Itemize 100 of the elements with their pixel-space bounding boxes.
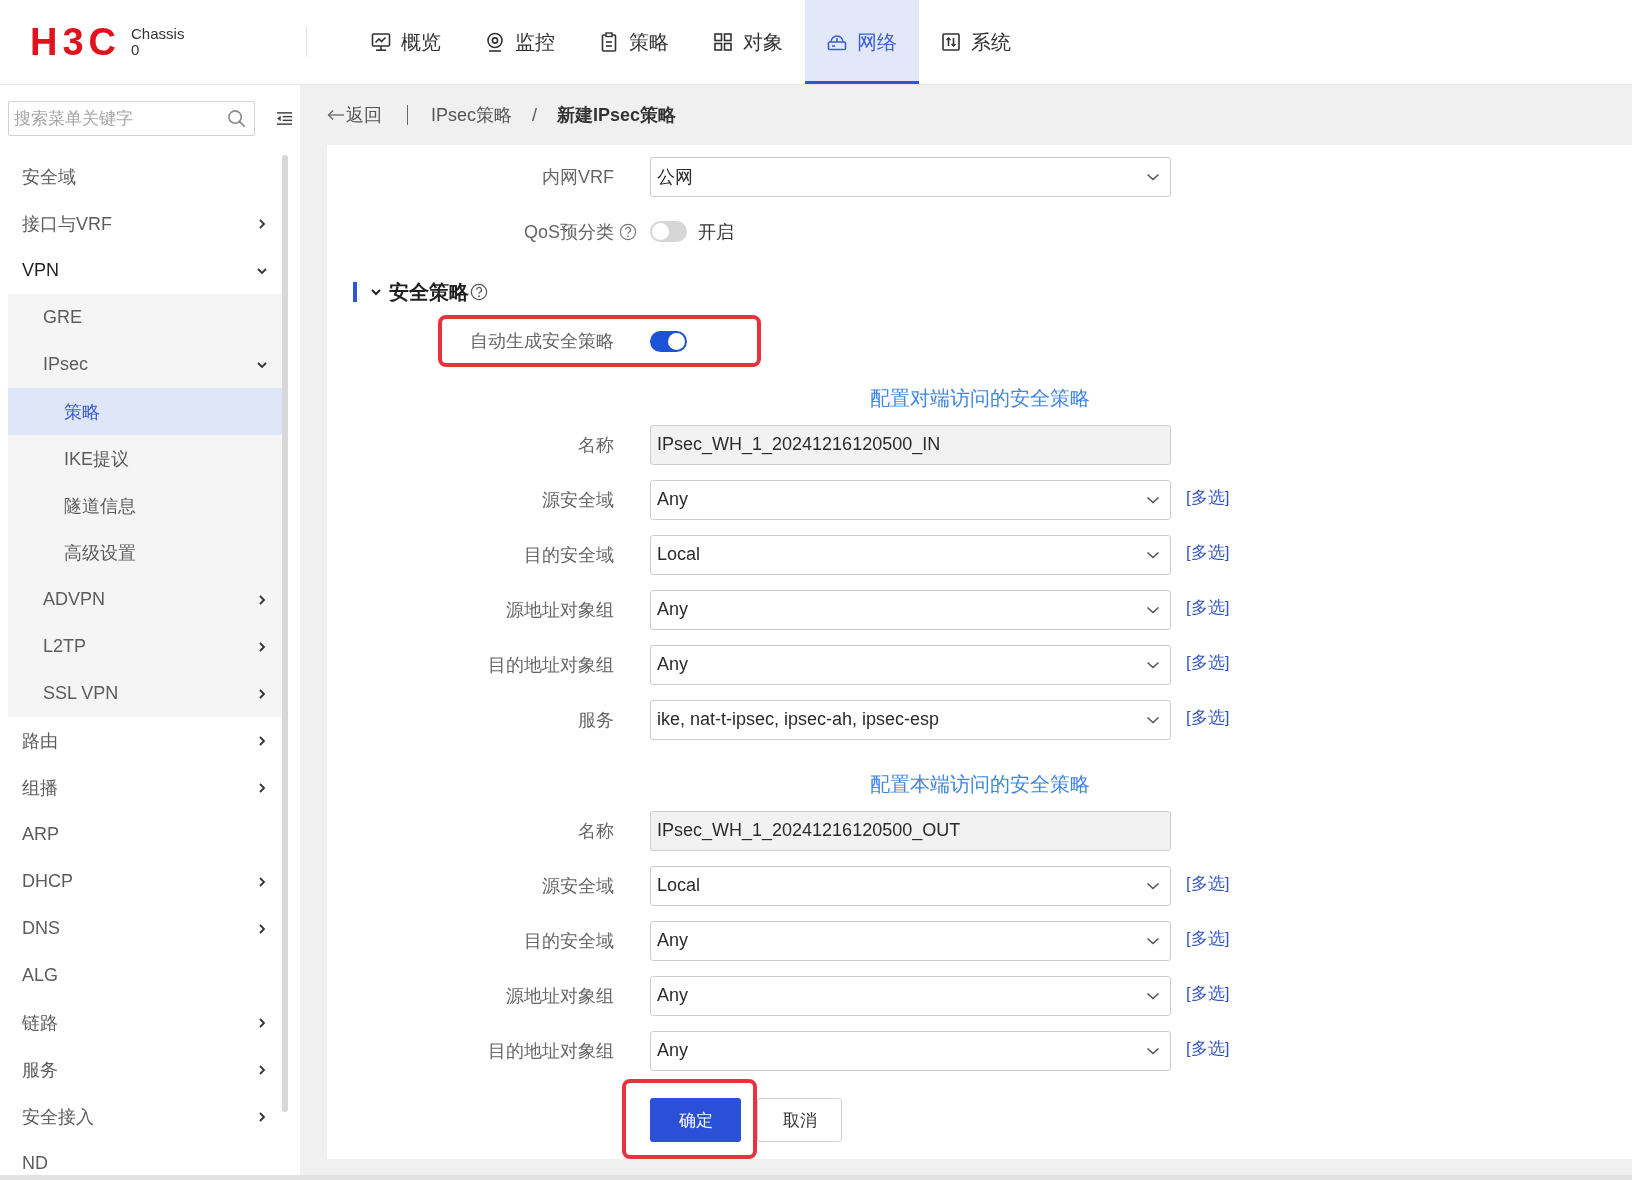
- nav-tab[interactable]: 策略: [577, 0, 691, 84]
- text-field[interactable]: IPsec_WH_1_20241216120500_OUT: [650, 810, 1171, 851]
- menu-item[interactable]: 安全接入: [8, 1093, 282, 1140]
- field-label: 目的地址对象组: [487, 1039, 614, 1063]
- sidebar-scrollbar[interactable]: [282, 155, 288, 1112]
- field-label: 源地址对象组: [505, 984, 614, 1008]
- webcam-icon: [485, 32, 505, 52]
- nav-tab[interactable]: 对象: [691, 0, 805, 84]
- field-label: 源安全域: [541, 488, 614, 512]
- field-label: 名称: [577, 819, 614, 843]
- chevron-down-icon: [1146, 171, 1160, 182]
- menu-item[interactable]: 路由: [8, 717, 282, 764]
- select-field[interactable]: Any: [650, 920, 1171, 961]
- nav-tab[interactable]: 概览: [349, 0, 463, 84]
- menu-item[interactable]: 高级设置: [8, 529, 282, 576]
- confirm-button[interactable]: 确定: [650, 1098, 741, 1142]
- field-label: QoS预分类: [522, 220, 614, 244]
- search-field[interactable]: 搜索菜单关键字: [8, 101, 255, 136]
- breadcrumb-item[interactable]: IPsec策略: [431, 103, 513, 127]
- select-field[interactable]: Any: [650, 589, 1171, 630]
- multi-select-link[interactable]: [多选]: [1186, 596, 1230, 619]
- search-icon[interactable]: [227, 109, 246, 128]
- multi-select-link[interactable]: [多选]: [1186, 982, 1230, 1005]
- select-field[interactable]: Local: [650, 865, 1171, 906]
- menu-item[interactable]: ADVPN: [8, 576, 282, 623]
- multi-select-link[interactable]: [多选]: [1186, 1037, 1230, 1060]
- menu-item[interactable]: 链路: [8, 999, 282, 1046]
- select-field[interactable]: Any: [650, 1030, 1171, 1071]
- menu-item[interactable]: VPN: [8, 247, 282, 294]
- menu-item[interactable]: ALG: [8, 952, 282, 999]
- menu-item[interactable]: IKE提议: [8, 435, 282, 482]
- chevron-down-icon[interactable]: [370, 286, 382, 298]
- multi-select-link[interactable]: [多选]: [1186, 872, 1230, 895]
- multi-select-link[interactable]: [多选]: [1186, 651, 1230, 674]
- field-label: 名称: [577, 433, 614, 457]
- field-label: 服务: [577, 708, 614, 732]
- select-field[interactable]: ike, nat-t-ipsec, ipsec-ah, ipsec-esp: [650, 699, 1171, 740]
- field-label: 目的地址对象组: [487, 653, 614, 677]
- router-icon: [827, 32, 847, 52]
- nav-tab[interactable]: 网络: [805, 0, 919, 84]
- multi-select-link[interactable]: [多选]: [1186, 486, 1230, 509]
- breadcrumb-separator: /: [532, 104, 538, 126]
- field-label: 源安全域: [541, 874, 614, 898]
- device-label: Chassis: [131, 26, 185, 42]
- menu-item[interactable]: 安全域: [8, 153, 282, 200]
- menu-item[interactable]: L2TP: [8, 623, 282, 670]
- grid-icon: [713, 32, 733, 52]
- field-label: 源地址对象组: [505, 598, 614, 622]
- menu-item[interactable]: SSL VPN: [8, 670, 282, 717]
- menu-item[interactable]: GRE: [8, 294, 282, 341]
- select-field[interactable]: Any: [650, 975, 1171, 1016]
- multi-select-link[interactable]: [多选]: [1186, 706, 1230, 729]
- brand-logo: H3C: [30, 23, 122, 61]
- multi-select-link[interactable]: [多选]: [1186, 541, 1230, 564]
- chevron-down-icon: [1146, 935, 1160, 946]
- cancel-button[interactable]: 取消: [757, 1098, 842, 1142]
- text-field[interactable]: IPsec_WH_1_20241216120500_IN: [650, 424, 1171, 465]
- help-icon[interactable]: [470, 283, 488, 301]
- select-field[interactable]: Local: [650, 534, 1171, 575]
- help-icon[interactable]: [619, 222, 637, 241]
- monitor-icon: [371, 32, 391, 52]
- menu-item[interactable]: 组播: [8, 764, 282, 811]
- chevron-down-icon: [1146, 494, 1160, 505]
- section-title: 安全策略: [389, 279, 469, 305]
- menu-item[interactable]: ARP: [8, 811, 282, 858]
- menu-item[interactable]: 策略: [8, 388, 282, 435]
- chevron-down-icon: [1146, 880, 1160, 891]
- nav-tab[interactable]: 监控: [463, 0, 577, 84]
- chevron-down-icon: [1146, 990, 1160, 1001]
- menu-item[interactable]: IPsec: [8, 341, 282, 388]
- section-link[interactable]: 配置本端访问的安全策略: [869, 773, 1090, 795]
- up-down-arrows-icon: [941, 32, 961, 52]
- device-value: 0: [131, 42, 141, 58]
- collapse-menu-icon[interactable]: [276, 111, 293, 126]
- chevron-down-icon: [1146, 659, 1160, 670]
- toggle-switch[interactable]: [650, 221, 687, 242]
- field-label: 内网VRF: [541, 165, 614, 189]
- menu-item[interactable]: DNS: [8, 905, 282, 952]
- menu-item[interactable]: 接口与VRF: [8, 200, 282, 247]
- arrow-left-icon: [327, 109, 345, 121]
- menu-item[interactable]: DHCP: [8, 858, 282, 905]
- chevron-down-icon: [1146, 604, 1160, 615]
- menu-item[interactable]: ND: [8, 1140, 282, 1175]
- multi-select-link[interactable]: [多选]: [1186, 927, 1230, 950]
- select-field[interactable]: Any: [650, 479, 1171, 520]
- select-field[interactable]: 公网: [650, 156, 1171, 197]
- field-label: 目的安全域: [523, 543, 614, 567]
- breadcrumb-item: 新建IPsec策略: [557, 104, 677, 127]
- chevron-down-icon: [1146, 549, 1160, 560]
- field-label: 目的安全域: [523, 929, 614, 953]
- section-marker: [353, 282, 357, 302]
- select-field[interactable]: Any: [650, 644, 1171, 685]
- toggle-switch[interactable]: [650, 330, 687, 352]
- back-link[interactable]: 返回: [327, 103, 382, 127]
- clipboard-icon: [599, 32, 619, 52]
- section-link[interactable]: 配置对端访问的安全策略: [869, 387, 1090, 409]
- menu-item[interactable]: 隧道信息: [8, 482, 282, 529]
- nav-tab[interactable]: 系统: [919, 0, 1033, 84]
- field-label: 自动生成安全策略: [469, 330, 614, 353]
- menu-item[interactable]: 服务: [8, 1046, 282, 1093]
